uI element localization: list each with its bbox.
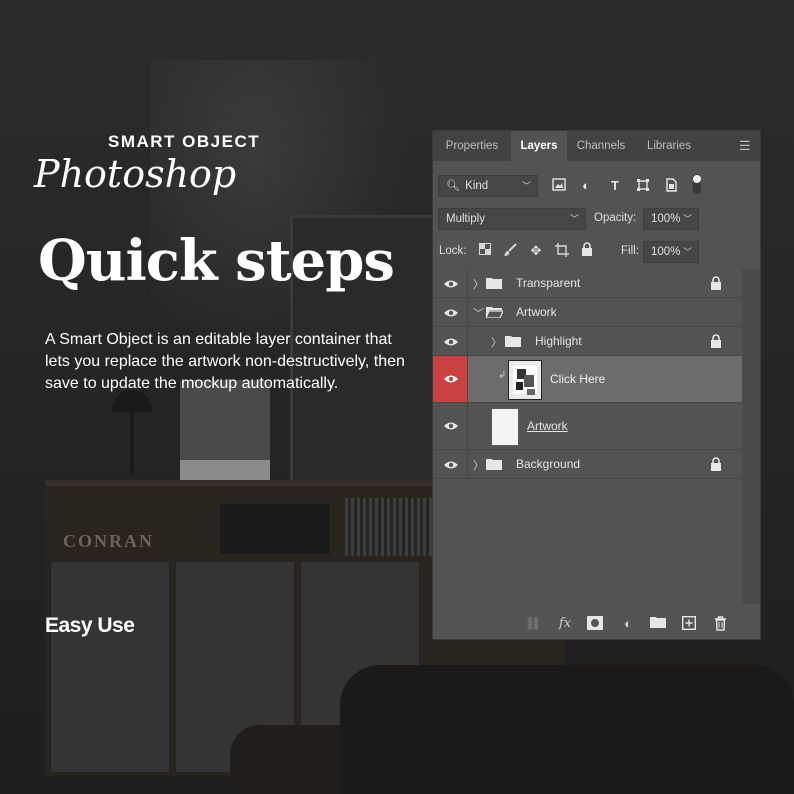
new-layer-icon[interactable]	[680, 615, 698, 632]
type-filter-icon[interactable]: T	[607, 178, 623, 194]
layer-name: Highlight	[535, 334, 582, 348]
book-spine-text: CONRAN	[63, 531, 154, 551]
layer-name: Click Here	[550, 372, 606, 386]
page-title: Quick steps	[38, 228, 395, 294]
blend-mode-value: Multiply	[446, 213, 485, 225]
blend-row: Multiply ﹀ Opacity: 100% ﹀	[433, 206, 760, 232]
folder-open-icon	[486, 306, 503, 318]
layer-row-highlight[interactable]: 〉 Highlight	[433, 327, 742, 356]
cabinet-door	[50, 561, 170, 773]
chevron-down-icon: ﹀	[569, 214, 579, 224]
visibility-toggle[interactable]	[433, 269, 468, 297]
eye-icon	[443, 460, 459, 470]
kind-label: Kind	[465, 180, 489, 192]
adjustment-filter-icon[interactable]: ◐	[578, 178, 594, 194]
blend-mode-select[interactable]: Multiply ﹀	[438, 208, 586, 230]
eye-icon	[443, 374, 459, 384]
eye-icon	[443, 308, 459, 318]
layer-name: Background	[516, 457, 581, 471]
app-name: Photoshop	[34, 152, 237, 196]
panel-tabs: Properties Layers Channels Libraries ☰	[433, 131, 760, 161]
tab-properties[interactable]: Properties	[433, 131, 511, 161]
fill-value: 100%	[651, 246, 681, 258]
lock-transparent-icon[interactable]	[477, 243, 493, 259]
opacity-value: 100%	[651, 213, 681, 225]
kicker-text: SMART OBJECT	[108, 132, 261, 151]
smart-object-filter-icon[interactable]	[663, 178, 679, 194]
pixel-filter-icon[interactable]	[551, 178, 567, 194]
description: A Smart Object is an editable layer cont…	[45, 331, 405, 392]
lock-icon	[710, 334, 722, 348]
lock-icon	[710, 276, 722, 290]
lock-pixels-brush-icon[interactable]	[502, 243, 518, 259]
folder-icon	[486, 458, 503, 470]
visibility-toggle[interactable]	[433, 403, 468, 449]
layer-row-click-here[interactable]: ↲ Click Here	[433, 356, 742, 403]
new-group-folder-icon[interactable]	[649, 616, 667, 632]
lock-all-icon[interactable]	[579, 242, 595, 258]
search-icon: 🔍︎	[446, 180, 460, 192]
layer-row-artwork-group[interactable]: ﹀ Artwork	[433, 298, 742, 327]
layer-row-transparent[interactable]: 〉 Transparent	[433, 269, 742, 298]
layer-row-background[interactable]: 〉 Background	[433, 450, 742, 479]
visibility-toggle[interactable]	[433, 356, 468, 402]
chevron-down-icon: ﹀	[521, 181, 531, 191]
layer-mask-icon[interactable]	[586, 616, 604, 632]
lock-artboard-crop-icon[interactable]	[554, 243, 570, 259]
layer-name: Artwork	[527, 419, 568, 433]
layers-list: 〉 Transparent ﹀ Artwork 〉 Highlight ↲ Cl…	[433, 269, 760, 604]
layer-name: Artwork	[516, 305, 557, 319]
link-layers-icon[interactable]: ⛓	[524, 616, 542, 632]
layer-thumbnail[interactable]	[491, 408, 519, 446]
layer-name: Transparent	[516, 276, 581, 290]
lock-row: Lock: ✥ Fill: 100% ﹀	[433, 239, 760, 265]
chevron-right-icon[interactable]: 〉	[473, 276, 484, 292]
chevron-down-icon: ﹀	[682, 247, 692, 257]
sofa	[340, 665, 794, 794]
filter-toggle[interactable]	[689, 173, 705, 194]
desk-lamp-stem	[130, 410, 134, 475]
eye-icon	[443, 337, 459, 347]
tab-channels[interactable]: Channels	[567, 131, 635, 161]
chevron-right-icon[interactable]: 〉	[473, 457, 484, 473]
smart-object-thumbnail[interactable]	[508, 360, 542, 400]
folder-icon	[486, 277, 503, 289]
fill-label: Fill:	[621, 245, 639, 257]
visibility-toggle[interactable]	[433, 450, 468, 478]
visibility-toggle[interactable]	[433, 327, 468, 355]
visibility-toggle[interactable]	[433, 298, 468, 326]
tab-layers[interactable]: Layers	[511, 131, 567, 161]
kind-filter-select[interactable]: 🔍︎ Kind ﹀	[438, 175, 538, 197]
speaker	[220, 504, 330, 554]
folder-icon	[505, 335, 522, 347]
easy-use-label: Easy Use	[45, 614, 135, 637]
chevron-down-icon: ﹀	[682, 214, 692, 224]
chevron-right-icon[interactable]: 〉	[491, 334, 502, 350]
opacity-input[interactable]: 100% ﹀	[643, 208, 699, 230]
layers-bottom-toolbar: ⛓ fx ◐	[433, 609, 760, 639]
clipping-mask-icon: ↲	[498, 370, 507, 381]
lock-position-move-icon[interactable]: ✥	[528, 243, 544, 259]
lock-icon	[710, 457, 722, 471]
lock-label: Lock:	[439, 245, 467, 257]
espresso-machine	[180, 380, 270, 480]
layers-scrollbar[interactable]	[742, 269, 760, 604]
tab-libraries[interactable]: Libraries	[635, 131, 703, 161]
eye-icon	[443, 279, 459, 289]
eye-icon	[443, 421, 459, 431]
layer-row-artwork[interactable]: Artwork	[433, 403, 742, 450]
fill-input[interactable]: 100% ﹀	[643, 241, 699, 263]
chevron-down-icon[interactable]: ﹀	[473, 305, 484, 321]
panel-menu-icon[interactable]: ☰	[739, 139, 751, 153]
opacity-label: Opacity:	[594, 212, 637, 224]
fx-icon[interactable]: fx	[556, 616, 574, 632]
shape-filter-icon[interactable]	[635, 178, 651, 194]
layers-panel: Properties Layers Channels Libraries ☰ 🔍…	[432, 130, 761, 640]
delete-trash-icon[interactable]	[711, 616, 729, 632]
adjustment-layer-icon[interactable]: ◐	[619, 616, 637, 632]
filter-row: 🔍︎ Kind ﹀ ◐ T	[433, 173, 760, 199]
record-shelf	[345, 498, 445, 556]
